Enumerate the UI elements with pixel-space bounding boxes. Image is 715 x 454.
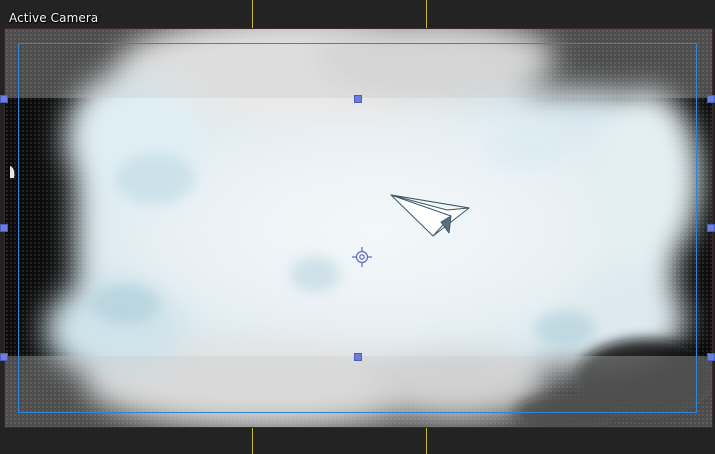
- composition-viewer[interactable]: Active Camera: [0, 0, 715, 454]
- transform-handle-top-left[interactable]: [0, 95, 8, 103]
- view-title: Active Camera: [9, 11, 99, 25]
- transform-handle-top[interactable]: [354, 95, 362, 103]
- guide-line-left-bottom: [252, 427, 253, 454]
- transform-handle-right[interactable]: [707, 224, 715, 232]
- paper-plane-icon[interactable]: [389, 192, 473, 238]
- composition-canvas[interactable]: [4, 28, 713, 428]
- transform-handle-left[interactable]: [0, 224, 8, 232]
- transform-handle-top-right[interactable]: [707, 95, 715, 103]
- guide-line-right-top: [426, 0, 427, 28]
- transform-handle-bottom-right[interactable]: [707, 353, 715, 361]
- transform-handle-bottom-left[interactable]: [0, 353, 8, 361]
- anchor-point-icon[interactable]: [352, 247, 372, 267]
- transform-handle-bottom[interactable]: [354, 353, 362, 361]
- guide-line-right-bottom: [426, 427, 427, 454]
- layer-edge-marker: [10, 166, 15, 178]
- guide-line-left-top: [252, 0, 253, 28]
